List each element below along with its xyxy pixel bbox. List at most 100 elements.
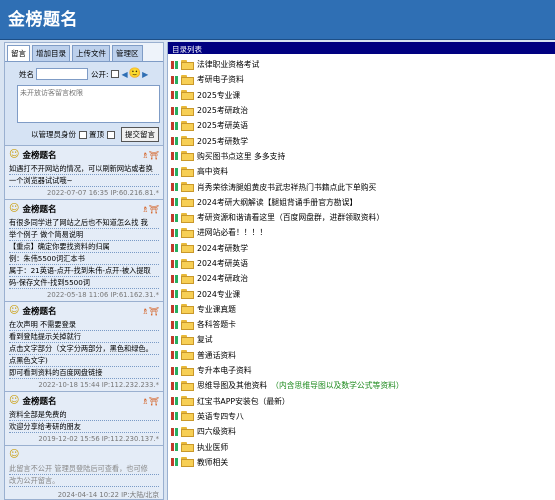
directory-item-label[interactable]: 2024考研英语 <box>197 258 248 269</box>
directory-item[interactable]: 2024考研数学 <box>168 241 555 256</box>
directory-item-label[interactable]: 2024专业课 <box>197 289 240 300</box>
directory-item[interactable]: 2024考研英语 <box>168 256 555 271</box>
tree-toggle-icon[interactable] <box>171 381 179 391</box>
message-textarea[interactable] <box>17 85 160 123</box>
directory-item[interactable]: 专升本电子资料 <box>168 363 555 378</box>
tree-toggle-icon[interactable] <box>171 457 179 467</box>
public-checkbox[interactable] <box>110 70 119 78</box>
tree-toggle-icon[interactable] <box>171 259 179 269</box>
directory-item[interactable]: 2025考研政治 <box>168 103 555 118</box>
tab-add-directory[interactable]: 增加目录 <box>32 45 70 61</box>
tree-toggle-icon[interactable] <box>171 274 179 284</box>
directory-item-label[interactable]: 2024考研政治 <box>197 273 248 284</box>
tree-toggle-icon[interactable] <box>171 182 179 192</box>
directory-item-label[interactable]: 高中资料 <box>197 166 228 177</box>
user-action-icon[interactable]: ♗⛩ <box>142 205 159 214</box>
directory-item[interactable]: 考研资源和谐请看这里（百度网盘群，进群领取资料） <box>168 210 555 225</box>
directory-item[interactable]: 思维导图及其他资料 （内含思维导图以及数学公式等资料） <box>168 378 555 393</box>
smiley-face-icon[interactable]: 🙂 <box>129 69 141 79</box>
tab-admin[interactable]: 管理区 <box>112 45 143 61</box>
directory-item-label[interactable]: 教师相关 <box>197 457 228 468</box>
tree-toggle-icon[interactable] <box>171 90 179 100</box>
directory-item-label[interactable]: 肖秀荣徐涛腿姐黄皮书武忠祥热门书籍点此下单购买 <box>197 182 376 193</box>
tree-toggle-icon[interactable] <box>171 396 179 406</box>
tree-toggle-icon[interactable] <box>171 304 179 314</box>
directory-item-label[interactable]: 各科答题卡 <box>197 319 236 330</box>
tab-upload-file[interactable]: 上传文件 <box>72 45 110 61</box>
directory-item[interactable]: 四六级资料 <box>168 424 555 439</box>
directory-item[interactable]: 英语专四专八 <box>168 409 555 424</box>
submit-message-button[interactable]: 提交留言 <box>121 127 159 142</box>
directory-item[interactable]: 教师相关 <box>168 455 555 470</box>
tree-toggle-icon[interactable] <box>171 197 179 207</box>
directory-item[interactable]: 2024考研大纲解读【腿姐背诵手册官方勘误】 <box>168 195 555 210</box>
directory-item-label[interactable]: 2025考研政治 <box>197 105 248 116</box>
pin-checkbox[interactable] <box>107 130 115 139</box>
user-action-icon[interactable]: ♗⛩ <box>142 151 159 160</box>
directory-item-label[interactable]: 2025考研数学 <box>197 136 248 147</box>
directory-item[interactable]: 2024考研政治 <box>168 271 555 286</box>
tree-toggle-icon[interactable] <box>171 167 179 177</box>
tree-toggle-icon[interactable] <box>171 289 179 299</box>
directory-item[interactable]: 红宝书APP安装包（最新） <box>168 394 555 409</box>
tree-toggle-icon[interactable] <box>171 60 179 70</box>
directory-item[interactable]: 2025专业课 <box>168 88 555 103</box>
tree-toggle-icon[interactable] <box>171 442 179 452</box>
directory-item[interactable]: 各科答题卡 <box>168 317 555 332</box>
name-input[interactable] <box>36 68 88 80</box>
directory-item-label[interactable]: 专升本电子资料 <box>197 365 252 376</box>
directory-item-label[interactable]: 四六级资料 <box>197 426 236 437</box>
admin-checkbox[interactable] <box>79 130 87 139</box>
directory-item[interactable]: 普通话资料 <box>168 348 555 363</box>
directory-item-label[interactable]: 考研资源和谐请看这里（百度网盘群，进群领取资料） <box>197 212 384 223</box>
directory-item[interactable]: 购买图书点这里 多多支持 <box>168 149 555 164</box>
tree-toggle-icon[interactable] <box>171 320 179 330</box>
folder-icon <box>181 59 194 70</box>
tree-toggle-icon[interactable] <box>171 121 179 131</box>
directory-item-label[interactable]: 2024考研数学 <box>197 243 248 254</box>
tab-guestbook[interactable]: 留言 <box>7 45 30 61</box>
directory-item[interactable]: 2025考研数学 <box>168 133 555 148</box>
directory-item-label[interactable]: 购买图书点这里 多多支持 <box>197 151 285 162</box>
directory-item[interactable]: 2025考研英语 <box>168 118 555 133</box>
directory-item[interactable]: 执业医师 <box>168 439 555 454</box>
tree-toggle-icon[interactable] <box>171 366 179 376</box>
tree-toggle-icon[interactable] <box>171 228 179 238</box>
directory-item-label[interactable]: 专业课真题 <box>197 304 236 315</box>
directory-item-label[interactable]: 考研电子资料 <box>197 74 244 85</box>
directory-item-label[interactable]: 法律职业资格考试 <box>197 59 259 70</box>
tree-toggle-icon[interactable] <box>171 350 179 360</box>
directory-item-label[interactable]: 2025专业课 <box>197 90 240 101</box>
directory-item-label[interactable]: 红宝书APP安装包（最新） <box>197 396 290 407</box>
tree-toggle-icon[interactable] <box>171 427 179 437</box>
tree-toggle-icon[interactable] <box>171 151 179 161</box>
directory-item-label[interactable]: 执业医师 <box>197 442 228 453</box>
directory-item-label[interactable]: 英语专四专八 <box>197 411 244 422</box>
directory-item[interactable]: 复试 <box>168 332 555 347</box>
tree-toggle-icon[interactable] <box>171 213 179 223</box>
tree-toggle-icon[interactable] <box>171 243 179 253</box>
directory-item-label[interactable]: 普通话资料 <box>197 350 236 361</box>
directory-item[interactable]: 肖秀荣徐涛腿姐黄皮书武忠祥热门书籍点此下单购买 <box>168 179 555 194</box>
next-emoji-icon[interactable]: ▶ <box>142 70 148 79</box>
directory-item[interactable]: 法律职业资格考试 <box>168 57 555 72</box>
directory-item-label[interactable]: 2024考研大纲解读【腿姐背诵手册官方勘误】 <box>197 197 357 208</box>
tree-toggle-icon[interactable] <box>171 411 179 421</box>
directory-item[interactable]: 2024专业课 <box>168 286 555 301</box>
tree-toggle-icon[interactable] <box>171 75 179 85</box>
tree-toggle-icon[interactable] <box>171 136 179 146</box>
directory-item-label[interactable]: 2025考研英语 <box>197 120 248 131</box>
directory-item-note[interactable]: （内含思维导图以及数学公式等资料） <box>271 380 404 391</box>
directory-item-label[interactable]: 进网站必看！！！！ <box>197 227 267 238</box>
directory-item-label[interactable]: 复试 <box>197 334 213 345</box>
directory-item[interactable]: 专业课真题 <box>168 302 555 317</box>
tree-toggle-icon[interactable] <box>171 106 179 116</box>
tree-toggle-icon[interactable] <box>171 335 179 345</box>
directory-item-label[interactable]: 思维导图及其他资料 <box>197 380 267 391</box>
user-action-icon[interactable]: ♗⛩ <box>142 397 159 406</box>
directory-item[interactable]: 进网站必看！！！！ <box>168 225 555 240</box>
prev-emoji-icon[interactable]: ◀ <box>122 70 128 79</box>
directory-item[interactable]: 考研电子资料 <box>168 72 555 87</box>
user-action-icon[interactable]: ♗⛩ <box>142 307 159 316</box>
directory-item[interactable]: 高中资料 <box>168 164 555 179</box>
